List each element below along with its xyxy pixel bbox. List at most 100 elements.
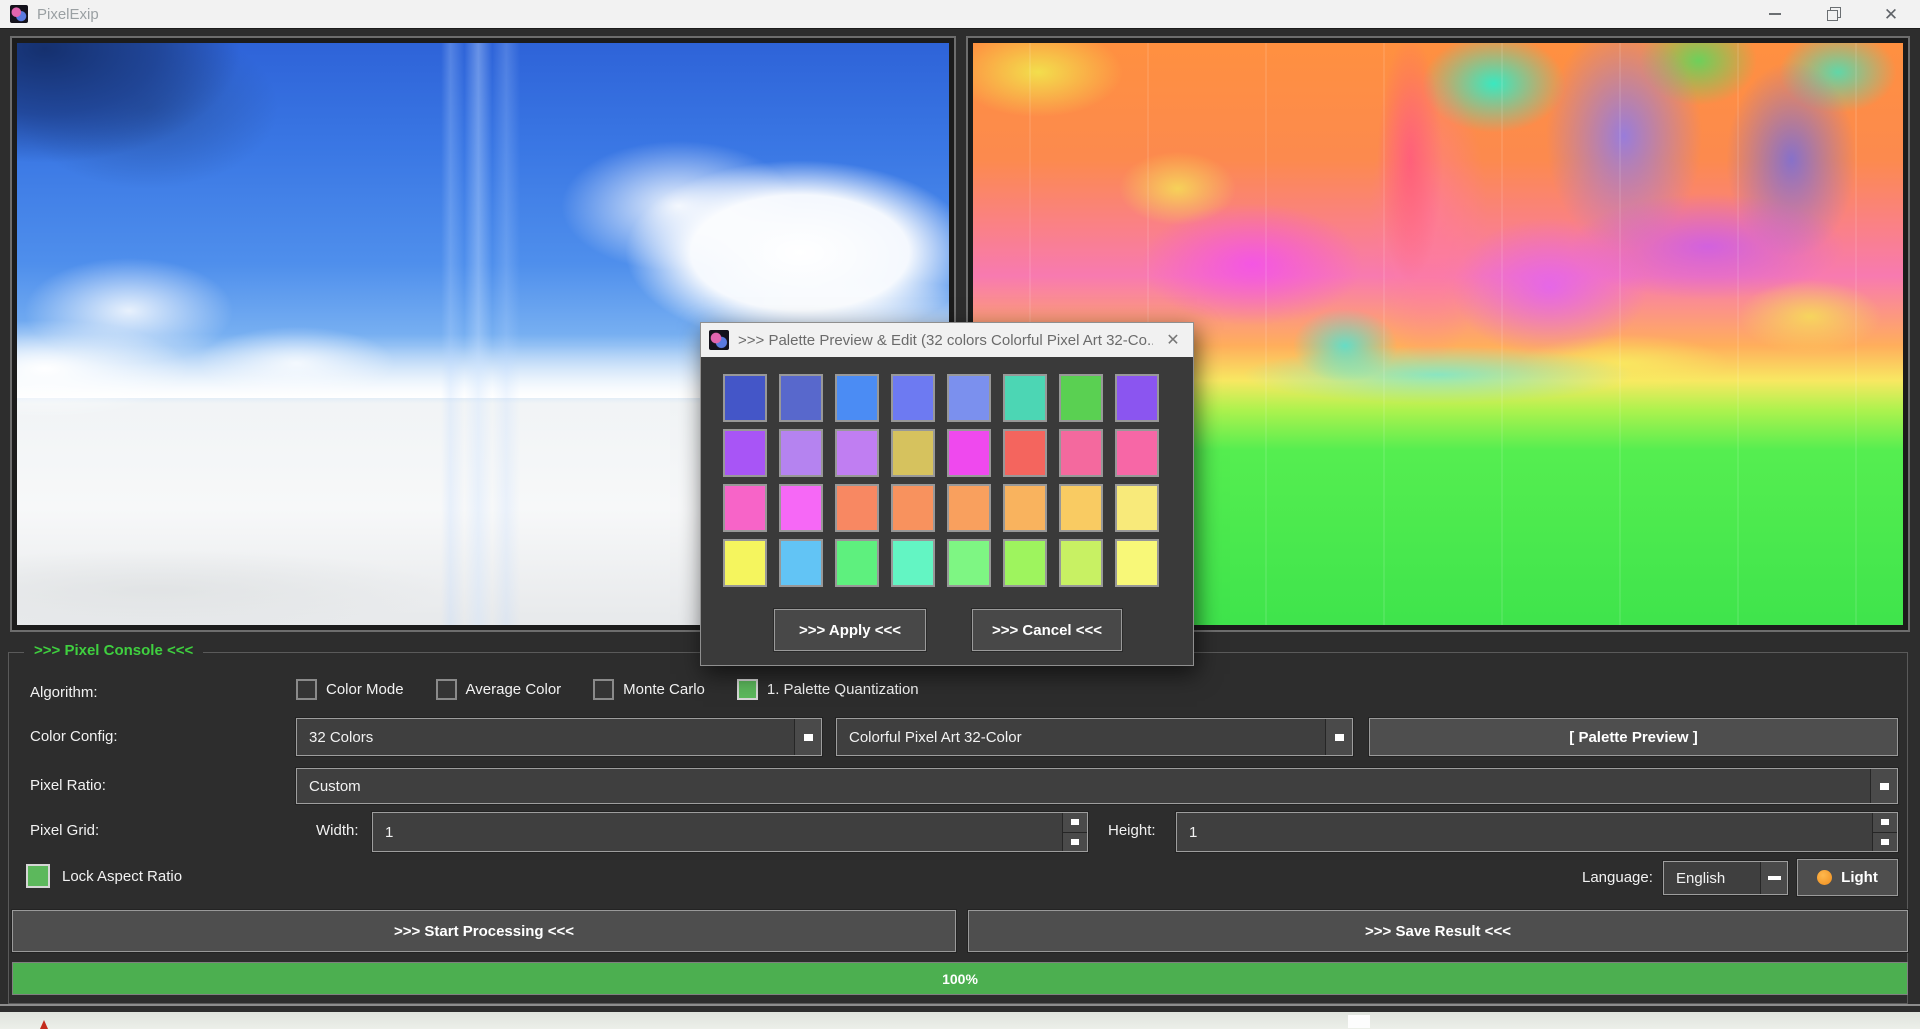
checkbox-icon[interactable] <box>593 679 614 700</box>
palette-swatch[interactable] <box>779 484 823 532</box>
window-bottom-border <box>0 1004 1920 1006</box>
dialog-close-button[interactable]: ✕ <box>1153 330 1193 350</box>
algorithm-option[interactable]: Color Mode <box>296 679 404 700</box>
checkbox-icon[interactable] <box>296 679 317 700</box>
desktop-strip <box>0 1012 1920 1029</box>
restore-button[interactable] <box>1804 0 1862 28</box>
dropdown-button[interactable] <box>1325 719 1352 755</box>
progress-value: 100% <box>942 971 978 987</box>
width-label: Width: <box>316 822 359 839</box>
dropdown-button[interactable] <box>1760 862 1787 894</box>
height-label: Height: <box>1108 822 1156 839</box>
palette-swatch[interactable] <box>835 484 879 532</box>
start-processing-button[interactable]: >>> Start Processing <<< <box>12 910 956 952</box>
dropdown-button[interactable] <box>1870 769 1897 803</box>
dropdown-button[interactable] <box>794 719 821 755</box>
dialog-titlebar[interactable]: >>> Palette Preview & Edit (32 colors Co… <box>701 323 1193 357</box>
restore-icon <box>1828 9 1839 20</box>
pixel-grid-label: Pixel Grid: <box>30 822 99 839</box>
lock-aspect-checkbox[interactable] <box>26 864 50 888</box>
palette-swatch[interactable] <box>1059 374 1103 422</box>
palette-swatch[interactable] <box>1115 374 1159 422</box>
window-title: PixelExip <box>37 6 99 23</box>
algorithm-options: Color Mode Average Color Monte Carlo 1. Pal… <box>296 679 937 700</box>
theme-toggle-button[interactable]: Light <box>1797 859 1898 896</box>
palette-dropdown[interactable]: Colorful Pixel Art 32-Color <box>836 718 1353 756</box>
dropdown-icon <box>1335 734 1344 741</box>
dialog-title: >>> Palette Preview & Edit (32 colors Co… <box>738 332 1153 349</box>
palette-swatch[interactable] <box>1003 484 1047 532</box>
spin-down-button[interactable] <box>1063 832 1087 852</box>
algorithm-option[interactable]: 1. Palette Quantization <box>737 679 919 700</box>
save-result-button[interactable]: >>> Save Result <<< <box>968 910 1908 952</box>
dialog-app-icon <box>709 330 729 350</box>
palette-swatch[interactable] <box>891 374 935 422</box>
palette-value: Colorful Pixel Art 32-Color <box>837 719 1325 755</box>
color-count-dropdown[interactable]: 32 Colors <box>296 718 822 756</box>
palette-swatch[interactable] <box>947 539 991 587</box>
language-dropdown[interactable]: English <box>1663 861 1788 895</box>
algorithm-option-label: Color Mode <box>326 681 404 698</box>
palette-preview-button[interactable]: [ Palette Preview ] <box>1369 718 1898 756</box>
app-icon <box>10 5 28 23</box>
apply-button[interactable]: >>> Apply <<< <box>774 609 926 651</box>
palette-swatch[interactable] <box>779 374 823 422</box>
palette-swatch[interactable] <box>835 374 879 422</box>
palette-swatch[interactable] <box>1115 429 1159 477</box>
palette-swatch[interactable] <box>1003 429 1047 477</box>
palette-swatch[interactable] <box>1003 539 1047 587</box>
palette-swatch[interactable] <box>1115 539 1159 587</box>
checkbox-icon[interactable] <box>737 679 758 700</box>
palette-swatch[interactable] <box>1059 429 1103 477</box>
desktop-white-icon <box>1348 1015 1370 1028</box>
palette-swatch[interactable] <box>1059 484 1103 532</box>
progress-fill: 100% <box>13 963 1907 994</box>
palette-swatch[interactable] <box>835 539 879 587</box>
palette-swatch[interactable] <box>835 429 879 477</box>
color-count-value: 32 Colors <box>297 719 794 755</box>
palette-swatch[interactable] <box>779 539 823 587</box>
algorithm-label: Algorithm: <box>30 684 98 701</box>
checkbox-icon[interactable] <box>436 679 457 700</box>
spin-up-button[interactable] <box>1873 813 1897 832</box>
height-input[interactable] <box>1177 813 1872 851</box>
window-titlebar: PixelExip ✕ <box>0 0 1920 29</box>
language-label: Language: <box>1582 869 1653 886</box>
pixel-ratio-dropdown[interactable]: Custom <box>296 768 1898 804</box>
close-icon: ✕ <box>1884 6 1898 23</box>
height-spinbox[interactable] <box>1176 812 1898 852</box>
app-window: PixelExip ✕ >>> Pixel Console <<< Algori… <box>0 0 1920 1029</box>
palette-swatch[interactable] <box>891 539 935 587</box>
width-spinbox[interactable] <box>372 812 1088 852</box>
palette-swatch[interactable] <box>947 429 991 477</box>
spin-up-icon <box>1071 819 1079 825</box>
palette-swatch[interactable] <box>891 484 935 532</box>
pixel-ratio-value: Custom <box>297 769 1870 803</box>
palette-swatch[interactable] <box>947 484 991 532</box>
palette-swatch[interactable] <box>1003 374 1047 422</box>
palette-swatch[interactable] <box>1115 484 1159 532</box>
algorithm-option-label: Monte Carlo <box>623 681 705 698</box>
palette-swatch-grid <box>723 374 1159 587</box>
palette-swatch[interactable] <box>723 374 767 422</box>
width-input[interactable] <box>373 813 1062 851</box>
palette-swatch[interactable] <box>723 484 767 532</box>
palette-swatch[interactable] <box>947 374 991 422</box>
spin-down-icon <box>1071 839 1079 845</box>
algorithm-option[interactable]: Average Color <box>436 679 562 700</box>
close-button[interactable]: ✕ <box>1862 0 1920 28</box>
minimize-icon <box>1769 13 1781 15</box>
lock-aspect-label: Lock Aspect Ratio <box>62 868 182 885</box>
algorithm-option[interactable]: Monte Carlo <box>593 679 705 700</box>
palette-swatch[interactable] <box>891 429 935 477</box>
progress-bar: 100% <box>12 962 1908 995</box>
palette-swatch[interactable] <box>1059 539 1103 587</box>
spin-down-button[interactable] <box>1873 832 1897 852</box>
palette-swatch[interactable] <box>779 429 823 477</box>
palette-swatch[interactable] <box>723 539 767 587</box>
minimize-button[interactable] <box>1746 0 1804 28</box>
spin-up-button[interactable] <box>1063 813 1087 832</box>
cancel-button[interactable]: >>> Cancel <<< <box>972 609 1122 651</box>
palette-swatch[interactable] <box>723 429 767 477</box>
dropdown-icon <box>804 734 813 741</box>
